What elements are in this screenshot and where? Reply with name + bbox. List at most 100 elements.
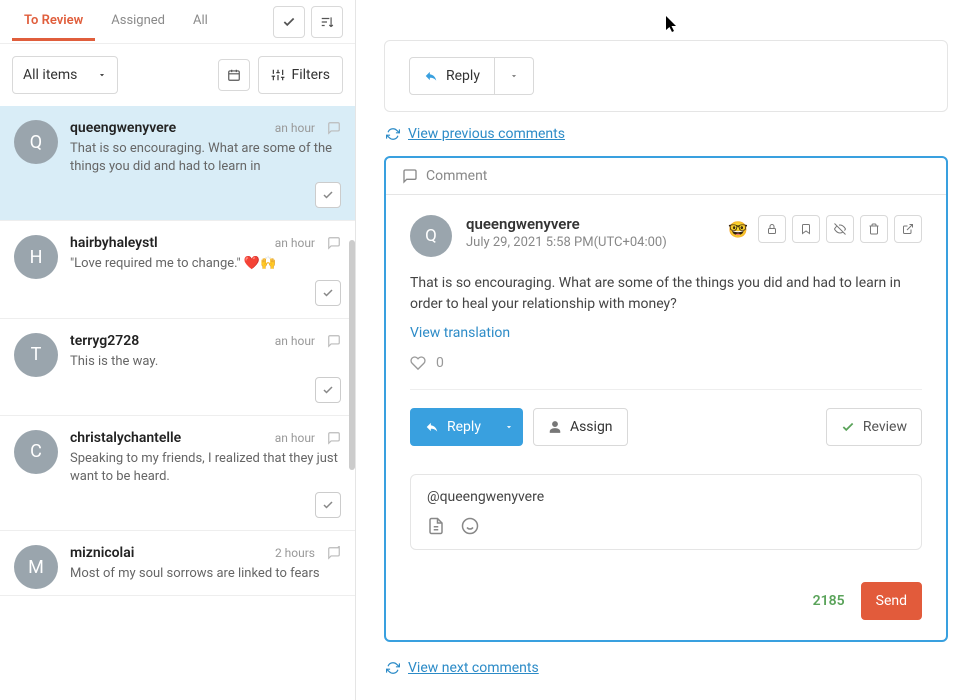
compose-box[interactable]: @queengwenyvere xyxy=(410,474,922,550)
eye-off-icon xyxy=(834,223,846,235)
char-counter: 2185 xyxy=(813,593,845,609)
bookmark-button[interactable] xyxy=(792,215,820,243)
previous-comment-card: Reply xyxy=(384,40,948,112)
check-icon xyxy=(322,287,334,299)
comment-icon xyxy=(327,236,341,250)
timestamp: an hour xyxy=(275,431,315,445)
mark-reviewed-button[interactable] xyxy=(315,280,341,306)
reply-icon xyxy=(424,69,438,83)
comment-icon xyxy=(327,546,341,560)
comment-icon xyxy=(327,121,341,135)
avatar: Q xyxy=(14,120,58,164)
message-preview: That is so encouraging. What are some of… xyxy=(70,140,341,176)
compose-text: @queengwenyvere xyxy=(427,489,905,505)
user-icon xyxy=(548,420,562,434)
calendar-button[interactable] xyxy=(218,59,250,91)
tab-assigned[interactable]: Assigned xyxy=(99,3,177,41)
username: queengwenyvere xyxy=(70,120,176,136)
lock-icon xyxy=(766,223,778,235)
lock-button[interactable] xyxy=(758,215,786,243)
tab-all[interactable]: All xyxy=(181,3,220,41)
sort-icon xyxy=(320,15,334,29)
comment-author: queengwenyvere xyxy=(466,215,667,233)
avatar: M xyxy=(14,545,58,589)
check-icon xyxy=(322,499,334,511)
mark-all-reviewed-button[interactable] xyxy=(273,6,305,38)
smile-icon xyxy=(461,517,479,535)
timestamp: an hour xyxy=(275,334,315,348)
list-item[interactable]: M miznicolai 2 hours Most of my soul sor… xyxy=(0,531,355,596)
timestamp: an hour xyxy=(275,236,315,250)
sort-button[interactable] xyxy=(311,6,343,38)
items-filter-label: All items xyxy=(23,67,77,83)
timestamp: an hour xyxy=(275,121,315,135)
reply-label: Reply xyxy=(447,419,481,435)
like-count: 0 xyxy=(436,355,444,371)
sliders-icon xyxy=(271,68,285,82)
message-preview: Speaking to my friends, I realized that … xyxy=(70,450,341,486)
tab-to-review[interactable]: To Review xyxy=(12,3,95,41)
trash-icon xyxy=(868,223,880,235)
avatar: H xyxy=(14,235,58,279)
message-preview: "Love required me to change." ❤️🙌 xyxy=(70,255,341,273)
reply-button[interactable]: Reply xyxy=(409,57,495,95)
items-filter-dropdown[interactable]: All items xyxy=(12,56,118,94)
message-preview: This is the way. xyxy=(70,353,341,371)
reply-dropdown-button[interactable] xyxy=(495,57,534,95)
check-icon xyxy=(841,420,855,434)
assign-label: Assign xyxy=(570,419,613,435)
reply-dropdown-button[interactable] xyxy=(496,408,523,446)
open-external-button[interactable] xyxy=(894,215,922,243)
avatar: Q xyxy=(410,215,452,257)
emoji-button[interactable] xyxy=(461,517,479,535)
username: terryg2728 xyxy=(70,333,139,349)
mark-reviewed-button[interactable] xyxy=(315,182,341,208)
heart-icon xyxy=(410,355,426,371)
check-icon xyxy=(282,15,296,29)
comment-icon xyxy=(327,334,341,348)
avatar: C xyxy=(14,430,58,474)
view-translation-link[interactable]: View translation xyxy=(410,325,922,341)
bookmark-icon xyxy=(800,223,812,235)
view-previous-comments-link[interactable]: View previous comments xyxy=(408,126,565,142)
mark-reviewed-button[interactable] xyxy=(315,377,341,403)
reply-icon xyxy=(425,420,439,434)
external-icon xyxy=(902,223,914,235)
filters-label: Filters xyxy=(291,67,330,83)
comment-icon xyxy=(402,168,418,184)
chevron-down-icon xyxy=(509,71,519,81)
selected-comment-card: Comment Q queengwenyvere July 29, 2021 5… xyxy=(384,156,948,642)
filters-button[interactable]: Filters xyxy=(258,56,343,94)
view-next-comments-link[interactable]: View next comments xyxy=(408,660,539,676)
review-button[interactable]: Review xyxy=(826,408,922,446)
assign-button[interactable]: Assign xyxy=(533,408,628,446)
refresh-icon xyxy=(386,127,400,141)
comment-icon xyxy=(327,431,341,445)
reply-label: Reply xyxy=(446,68,480,84)
saved-reply-button[interactable] xyxy=(427,517,445,535)
message-preview: Most of my soul sorrows are linked to fe… xyxy=(70,565,341,583)
list-item[interactable]: C christalychantelle an hour Speaking to… xyxy=(0,416,355,531)
list-item[interactable]: T terryg2728 an hour This is the way. xyxy=(0,319,355,416)
reply-button[interactable]: Reply xyxy=(410,408,496,446)
sentiment-button[interactable]: 🤓 xyxy=(724,215,752,243)
delete-button[interactable] xyxy=(860,215,888,243)
hide-button[interactable] xyxy=(826,215,854,243)
comment-body: That is so encouraging. What are some of… xyxy=(410,273,922,315)
avatar: T xyxy=(14,333,58,377)
calendar-icon xyxy=(227,68,241,82)
timestamp: 2 hours xyxy=(275,546,315,560)
mark-reviewed-button[interactable] xyxy=(315,492,341,518)
username: miznicolai xyxy=(70,545,134,561)
refresh-icon xyxy=(386,661,400,675)
list-item[interactable]: Q queengwenyvere an hour That is so enco… xyxy=(0,106,355,221)
send-button[interactable]: Send xyxy=(861,582,922,620)
chevron-down-icon xyxy=(504,422,514,432)
username: christalychantelle xyxy=(70,430,181,446)
check-icon xyxy=(322,384,334,396)
scrollbar[interactable] xyxy=(349,240,355,470)
check-icon xyxy=(322,189,334,201)
chevron-down-icon xyxy=(97,70,107,80)
list-item[interactable]: H hairbyhaleystl an hour "Love required … xyxy=(0,221,355,318)
username: hairbyhaleystl xyxy=(70,235,158,251)
